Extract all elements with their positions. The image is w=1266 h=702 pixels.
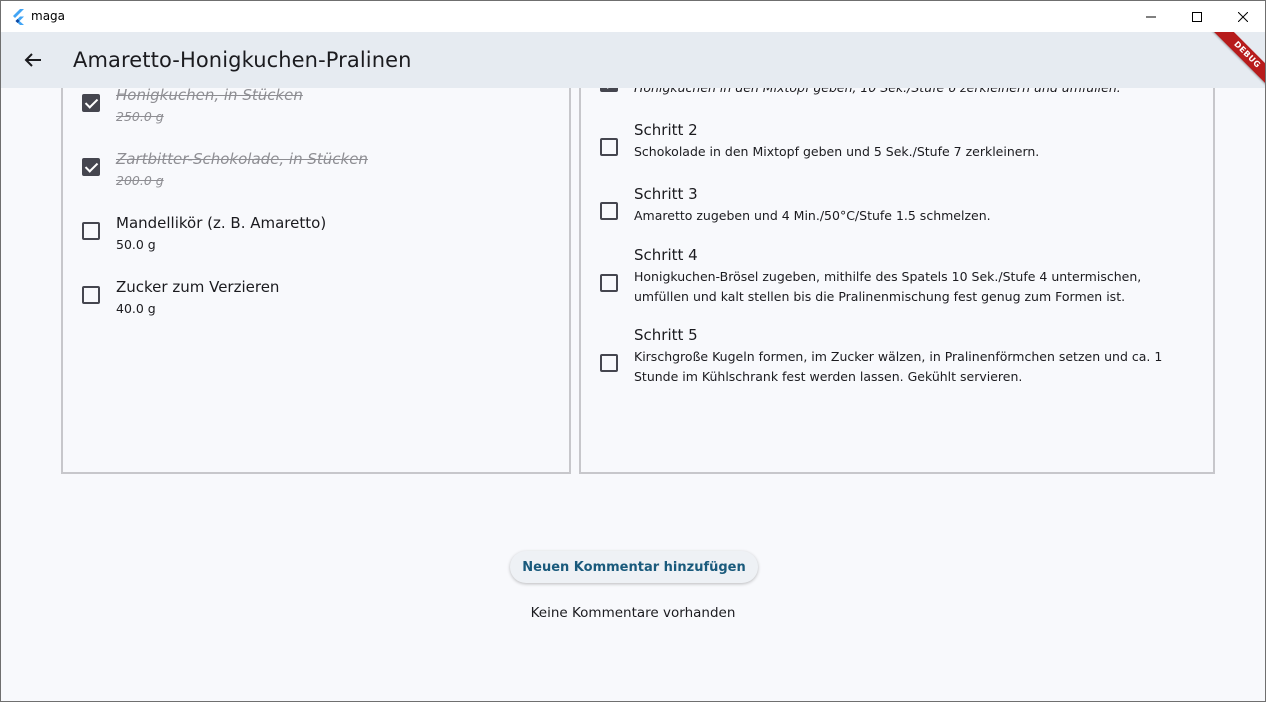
step-checkbox[interactable] [600, 202, 618, 220]
no-comments-text: Keine Kommentare vorhanden [530, 605, 736, 621]
maximize-icon [1192, 11, 1202, 22]
page-title: Amaretto-Honigkuchen-Pralinen [73, 48, 412, 72]
ingredient-name: Zartbitter-Schokolade, in Stücken [116, 150, 368, 168]
ingredient-name: Zucker zum Verzieren [116, 278, 280, 296]
app-bar: Amaretto-Honigkuchen-Pralinen [1, 32, 1265, 88]
debug-banner: DEBUG [1195, 32, 1265, 90]
minimize-icon [1146, 16, 1156, 17]
step-title: Schritt 2 [634, 121, 698, 139]
close-icon [1238, 11, 1248, 22]
step-checkbox[interactable] [600, 138, 618, 156]
ingredient-amount: 50.0 g [116, 237, 156, 252]
step-text: Honigkuchen-Brösel zugeben, mithilfe des… [634, 269, 1142, 304]
steps-panel: Honigkuchen in den Mixtopf geben, 10 Sek… [579, 88, 1215, 474]
window-app-name: maga [31, 9, 66, 23]
ingredients-panel: Honigkuchen, in Stücken 250.0 g Zartbitt… [61, 88, 571, 474]
maximize-button[interactable] [1174, 1, 1220, 32]
ingredient-name: Honigkuchen, in Stücken [116, 88, 303, 104]
debug-ribbon-label: DEBUG [1208, 32, 1265, 90]
close-button[interactable] [1220, 1, 1265, 32]
step-checkbox[interactable] [600, 274, 618, 292]
ingredient-checkbox[interactable] [82, 158, 100, 176]
step-text: Amaretto zugeben und 4 Min./50°C/Stufe 1… [634, 208, 991, 223]
app-window: maga Amaretto-Honigkuchen-Pralinen DEBUG… [0, 0, 1266, 702]
ingredient-name: Mandellikör (z. B. Amaretto) [116, 214, 327, 232]
minimize-button[interactable] [1128, 1, 1174, 32]
ingredient-checkbox[interactable] [82, 222, 100, 240]
step-title: Schritt 4 [634, 246, 698, 264]
step-text: Schokolade in den Mixtopf geben und 5 Se… [634, 144, 1040, 159]
ingredient-checkbox[interactable] [82, 94, 100, 112]
window-titlebar[interactable]: maga [1, 1, 1265, 32]
ingredient-amount: 40.0 g [116, 301, 156, 316]
step-title: Schritt 5 [634, 326, 698, 344]
ingredient-amount: 250.0 g [116, 109, 164, 124]
recipe-content[interactable]: Honigkuchen, in Stücken 250.0 g Zartbitt… [1, 88, 1265, 701]
ingredient-amount: 200.0 g [116, 173, 164, 188]
step-checkbox[interactable] [600, 88, 618, 92]
back-button[interactable] [13, 40, 53, 80]
step-text: Kirschgroße Kugeln formen, im Zucker wäl… [634, 349, 1163, 384]
step-checkbox[interactable] [600, 354, 618, 372]
step-text: Honigkuchen in den Mixtopf geben, 10 Sek… [634, 88, 1194, 98]
add-comment-button[interactable]: Neuen Kommentar hinzufügen [510, 551, 758, 583]
step-title: Schritt 3 [634, 185, 698, 203]
flutter-logo-icon [13, 9, 24, 25]
ingredient-checkbox[interactable] [82, 286, 100, 304]
arrow-back-icon [24, 53, 41, 67]
